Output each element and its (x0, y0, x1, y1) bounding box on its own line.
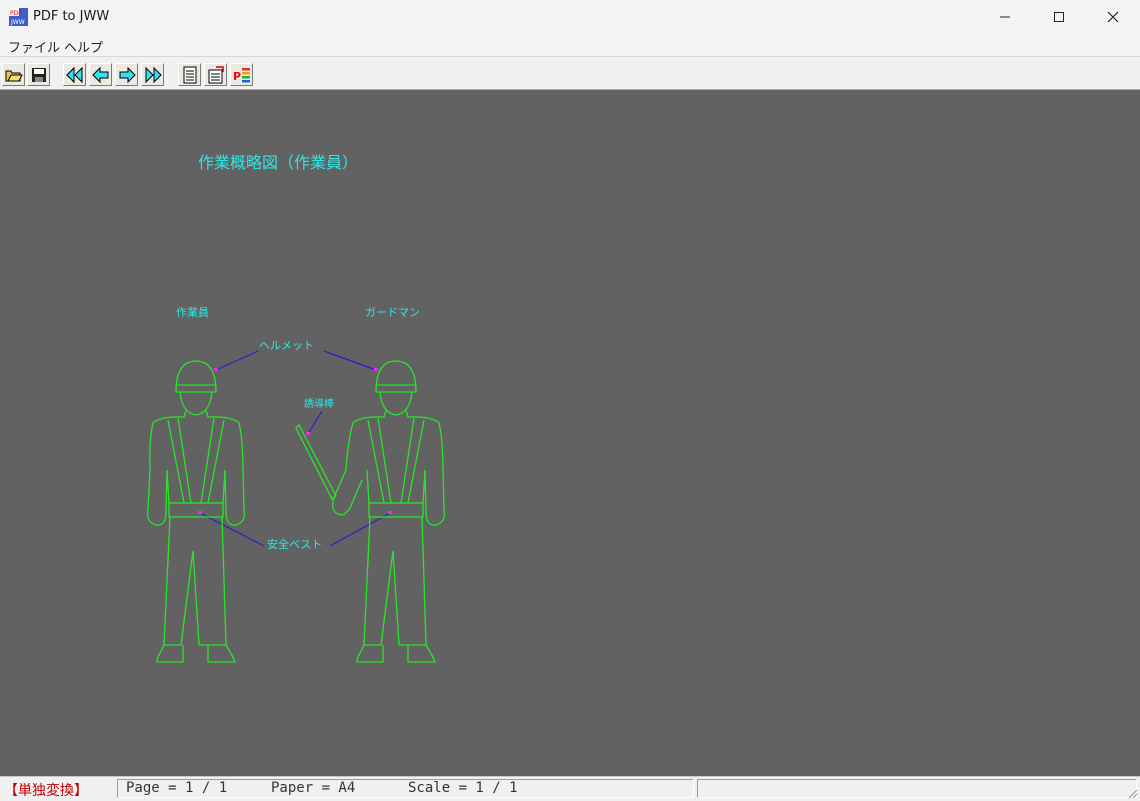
next-page-button[interactable] (115, 63, 138, 86)
svg-text:JWW: JWW (10, 19, 25, 26)
svg-text:PDF: PDF (10, 10, 22, 17)
minimize-icon (1000, 16, 1010, 18)
last-page-button[interactable] (141, 63, 164, 86)
pdf-convert-icon: P (233, 68, 250, 83)
next-page-icon (119, 66, 136, 84)
last-page-icon (145, 66, 162, 84)
label-guardman: ガードマン (365, 306, 420, 319)
layer-icon (208, 66, 224, 84)
svg-text:P: P (233, 70, 241, 83)
pdf-convert-button[interactable]: P (230, 63, 253, 86)
first-page-icon (66, 66, 83, 84)
save-button[interactable] (27, 63, 50, 86)
status-scale: Scale = 1 / 1 (408, 780, 518, 796)
mode-indicator: 【単独変換】 (4, 783, 88, 799)
label-vest: 安全ベスト (267, 537, 322, 551)
status-panel-extra (697, 779, 1137, 798)
menu-help[interactable]: ヘルプ (64, 37, 103, 56)
close-button[interactable] (1086, 0, 1140, 34)
status-bar: 【単独変換】 Page = 1 / 1 Paper = A4 Scale = 1… (0, 776, 1140, 801)
resize-grip-icon[interactable] (1126, 787, 1138, 799)
close-icon (1107, 11, 1119, 23)
drawing-title: 作業概略図（作業員） (198, 153, 358, 172)
minimize-button[interactable] (978, 0, 1032, 34)
drawing-svg: 作業概略図（作業員） 作業員 ガードマン ヘルメット 誘導棒 安全ベスト (147, 153, 445, 663)
leader-markers (198, 368, 392, 514)
label-helmet: ヘルメット (259, 339, 314, 352)
menu-bar: ファイル ヘルプ (0, 34, 1140, 56)
prev-page-button[interactable] (89, 63, 112, 86)
status-page: Page = 1 / 1 (126, 780, 228, 796)
list-icon (183, 66, 197, 84)
first-page-button[interactable] (63, 63, 86, 86)
label-baton: 誘導棒 (304, 397, 334, 410)
maximize-icon (1054, 12, 1064, 22)
leader-lines (199, 350, 391, 547)
status-paper: Paper = A4 (271, 780, 356, 796)
layer-button[interactable] (204, 63, 227, 86)
open-button[interactable] (2, 63, 25, 86)
toolbar: P (0, 56, 1140, 90)
window-title: PDF to JWW (33, 9, 110, 24)
list-button[interactable] (178, 63, 201, 86)
prev-page-icon (92, 66, 109, 84)
menu-file[interactable]: ファイル (8, 37, 60, 56)
save-icon (32, 68, 46, 82)
open-icon (5, 70, 23, 82)
label-worker: 作業員 (176, 306, 209, 319)
app-icon: PDF JWW (9, 8, 28, 26)
maximize-button[interactable] (1032, 0, 1086, 34)
drawing-canvas[interactable]: 作業概略図（作業員） 作業員 ガードマン ヘルメット 誘導棒 安全ベスト (0, 90, 1140, 776)
worker-figure (147, 360, 245, 663)
title-bar: PDF JWW PDF to JWW (0, 0, 1140, 34)
